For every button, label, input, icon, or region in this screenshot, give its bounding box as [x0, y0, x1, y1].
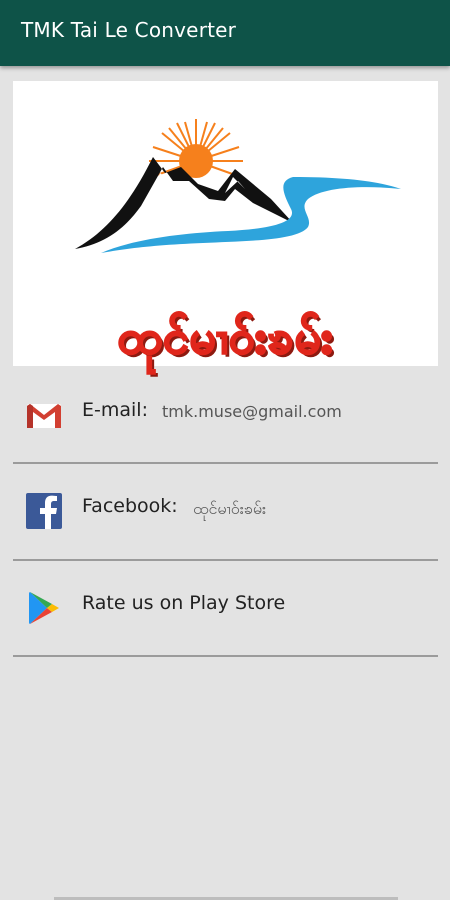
- email-value[interactable]: tmk.muse@gmail.com: [162, 402, 342, 421]
- gmail-icon: [27, 404, 61, 428]
- app-bar: TMK Tai Le Converter: [0, 0, 450, 66]
- facebook-value[interactable]: ထုင်မၢဝ်းၶမ်း: [193, 498, 266, 522]
- logo-text: ထုင်မၢဝ်းၶမ်း: [116, 309, 334, 365]
- facebook-label: Facebook:: [82, 495, 178, 517]
- facebook-icon: [26, 493, 62, 529]
- facebook-row[interactable]: Facebook: ထုင်မၢဝ်းၶမ်း: [13, 464, 438, 560]
- app-title: TMK Tai Le Converter: [21, 18, 237, 42]
- email-row[interactable]: E-mail: tmk.muse@gmail.com: [13, 368, 438, 464]
- logo-banner: ထုင်မၢဝ်းၶမ်း: [13, 81, 438, 366]
- divider: [13, 655, 438, 657]
- email-label: E-mail:: [82, 399, 148, 421]
- play-store-icon: [29, 592, 59, 624]
- rate-play-store-label: Rate us on Play Store: [82, 592, 286, 614]
- rate-play-store-row[interactable]: Rate us on Play Store: [13, 561, 438, 657]
